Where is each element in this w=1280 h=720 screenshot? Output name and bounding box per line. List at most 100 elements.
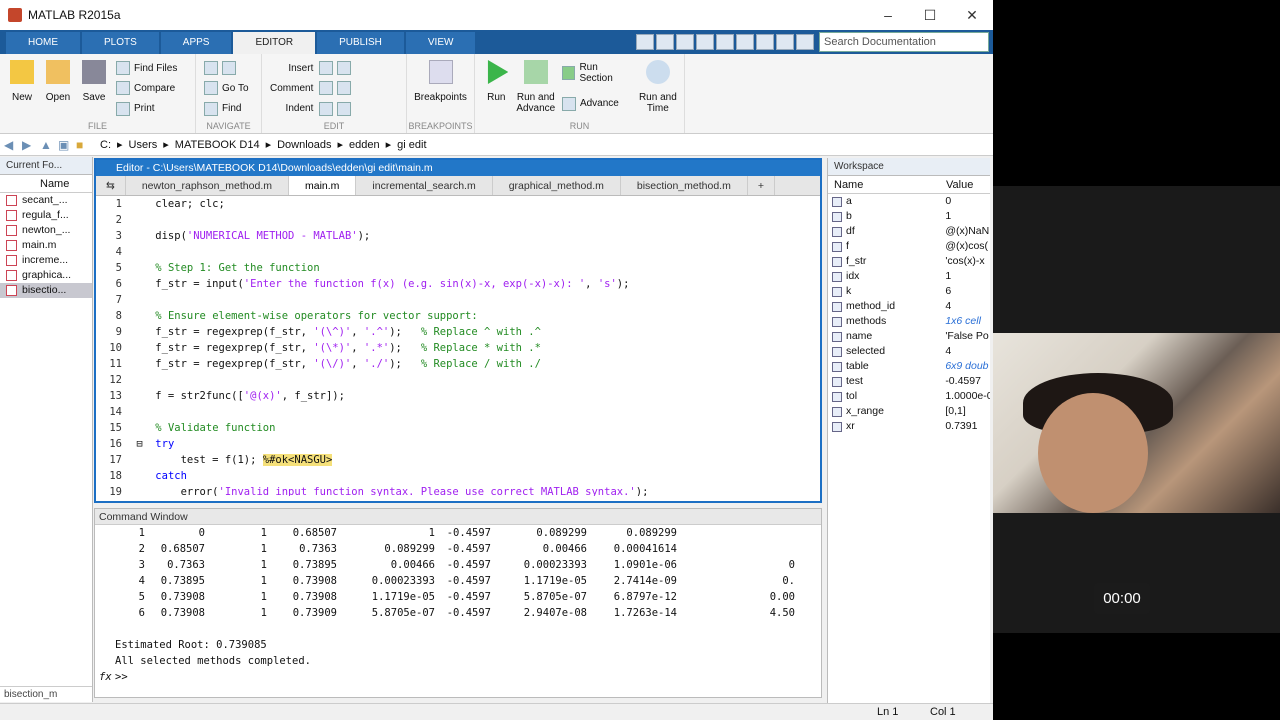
run-and-time-button[interactable]: Run and Time — [636, 58, 680, 119]
command-prompt[interactable]: fx >> — [99, 669, 821, 685]
maximize-icon[interactable]: ☐ — [909, 7, 951, 24]
editor-tab[interactable]: bisection_method.m — [621, 176, 748, 195]
workspace-variable-row[interactable]: f_str 'cos(x)-x — [828, 254, 990, 269]
copy-icon[interactable] — [696, 34, 714, 50]
command-output[interactable]: 1 0 1 0.68507 1 -0.4597 0.089299 0.089299 2 0.685… — [95, 525, 821, 685]
path-crumb[interactable]: C: — [100, 139, 111, 151]
tab-plots[interactable]: PLOTS — [82, 32, 159, 54]
tab-editor[interactable]: EDITOR — [233, 32, 316, 54]
comment-button[interactable]: Comment — [270, 78, 355, 98]
path-crumb[interactable]: Users — [129, 139, 158, 151]
tab-apps[interactable]: APPS — [160, 32, 232, 54]
file-item[interactable]: main.m — [0, 238, 92, 253]
workspace-variable-row[interactable]: idx 1 — [828, 269, 990, 284]
file-item[interactable]: graphica... — [0, 268, 92, 283]
insert-button[interactable]: Insert — [288, 58, 355, 78]
output-cell: 6 — [138, 607, 145, 619]
tab-list-icon[interactable]: ⇆ — [96, 176, 126, 195]
workspace-variable-row[interactable]: test -0.4597 — [828, 374, 990, 389]
editor-tab[interactable]: incremental_search.m — [356, 176, 493, 195]
advance-button[interactable]: Advance — [561, 94, 632, 114]
indent-button[interactable]: Indent — [286, 99, 356, 119]
variable-name: method_id — [828, 299, 945, 314]
search-documentation-input[interactable]: Search Documentation — [819, 32, 989, 52]
find-files-button[interactable]: Find Files — [116, 58, 177, 78]
workspace-variable-row[interactable]: method_id 4 — [828, 299, 990, 314]
back-icon[interactable]: ◀ — [4, 138, 22, 152]
go-to-button[interactable]: Go To — [204, 78, 249, 98]
tab-home[interactable]: HOME — [6, 32, 80, 54]
m-file-icon — [6, 195, 17, 206]
workspace-variable-row[interactable]: xr 0.7391 — [828, 419, 990, 434]
editor-tab[interactable]: newton_raphson_method.m — [126, 176, 289, 195]
breakpoints-icon — [428, 60, 453, 84]
variable-name: b — [828, 209, 945, 224]
compare-button[interactable]: Compare — [116, 78, 177, 98]
run-section-button[interactable]: Run Section — [561, 62, 632, 84]
workspace-variable-row[interactable]: methods 1x6 cell — [828, 314, 990, 329]
save-icon[interactable] — [656, 34, 674, 50]
minimize-icon[interactable]: – — [867, 7, 909, 23]
path-crumb[interactable]: edden — [349, 139, 380, 151]
variable-icon — [832, 392, 842, 402]
help-icon[interactable] — [796, 34, 814, 50]
workspace-variable-row[interactable]: x_range [0,1] — [828, 404, 990, 419]
save-button[interactable]: Save — [76, 58, 112, 119]
file-item[interactable]: regula_f... — [0, 208, 92, 223]
workspace-variable-row[interactable]: f @(x)cos( — [828, 239, 990, 254]
workspace-variable-row[interactable]: table 6x9 doub — [828, 359, 990, 374]
editor-tab[interactable]: graphical_method.m — [493, 176, 621, 195]
breakpoints-button[interactable]: Breakpoints — [411, 58, 470, 119]
paste-icon[interactable] — [716, 34, 734, 50]
cut-icon[interactable] — [676, 34, 694, 50]
workspace-variable-row[interactable]: k6 — [828, 284, 990, 299]
redo-icon[interactable] — [756, 34, 774, 50]
workspace-variable-row[interactable]: name 'False Po — [828, 329, 990, 344]
open-button[interactable]: Open — [40, 58, 76, 119]
print-button[interactable]: Print — [116, 99, 177, 119]
back-forward-button[interactable] — [204, 58, 249, 78]
run-button[interactable]: Run — [479, 58, 514, 119]
tab-view[interactable]: VIEW — [405, 32, 476, 54]
path-crumb[interactable]: Downloads — [277, 139, 331, 151]
workspace-variable-row[interactable]: tol 1.0000e-0 — [828, 389, 990, 404]
file-item[interactable]: increme... — [0, 253, 92, 268]
file-item[interactable]: secant_... — [0, 193, 92, 208]
new-button[interactable]: New — [4, 58, 40, 119]
find-button[interactable]: Find — [204, 99, 249, 119]
name-column-header[interactable]: Name — [0, 175, 92, 193]
code-line: 8 % Ensure element-wise operators for ve… — [115, 310, 478, 322]
value-column-header[interactable]: Value — [946, 176, 973, 193]
undo-icon[interactable] — [736, 34, 754, 50]
breakpoints-group: Breakpoints BREAKPOINTS — [407, 54, 475, 133]
open-folder-icon — [46, 60, 70, 84]
current-folder-address-bar[interactable]: ◀ ▶ ▲ ▣ ■ C: ▸ Users ▸ MATEBOOK D14 ▸ Downl… — [0, 134, 993, 156]
insert-label: Insert — [288, 62, 314, 74]
name-column-header[interactable]: Name — [828, 176, 946, 193]
indent-icon — [337, 101, 352, 116]
file-item-selected[interactable]: bisectio... — [0, 283, 92, 298]
variable-name-text: tol — [846, 390, 858, 402]
browse-folder-icon[interactable]: ▣ — [58, 138, 76, 152]
uncomment-icon — [337, 81, 352, 96]
workspace-variable-row[interactable]: a0 — [828, 194, 990, 209]
navigate-group: Go To Find NAVIGATE — [196, 54, 262, 133]
up-folder-icon[interactable]: ▲ — [40, 138, 58, 152]
path-crumb[interactable]: MATEBOOK D14 — [175, 139, 260, 151]
close-icon[interactable]: ✕ — [951, 7, 993, 24]
switch-windows-icon[interactable] — [776, 34, 794, 50]
workspace-variable-row[interactable]: b1 — [828, 209, 990, 224]
code-line: 10 f_str = regexprep(f_str, '(\*)', '.*'… — [109, 342, 541, 354]
editor-tab-active[interactable]: main.m — [288, 176, 357, 195]
status-bar: Ln 1 Col 1 — [0, 703, 993, 720]
run-and-advance-button[interactable]: Run and Advance — [514, 58, 558, 119]
file-item[interactable]: newton_... — [0, 223, 92, 238]
forward-icon[interactable]: ▶ — [22, 138, 40, 152]
quick-access-icon[interactable] — [636, 34, 654, 50]
workspace-variable-row[interactable]: df @(x)NaN — [828, 224, 990, 239]
workspace-variable-row[interactable]: selected 4 — [828, 344, 990, 359]
new-tab-icon[interactable]: + — [748, 176, 775, 195]
code-area[interactable]: 1 clear; clc; 2 3 disp('NUMERICAL METHOD… — [96, 196, 820, 496]
tab-publish[interactable]: PUBLISH — [317, 32, 404, 54]
path-crumb[interactable]: gi edit — [397, 139, 426, 151]
